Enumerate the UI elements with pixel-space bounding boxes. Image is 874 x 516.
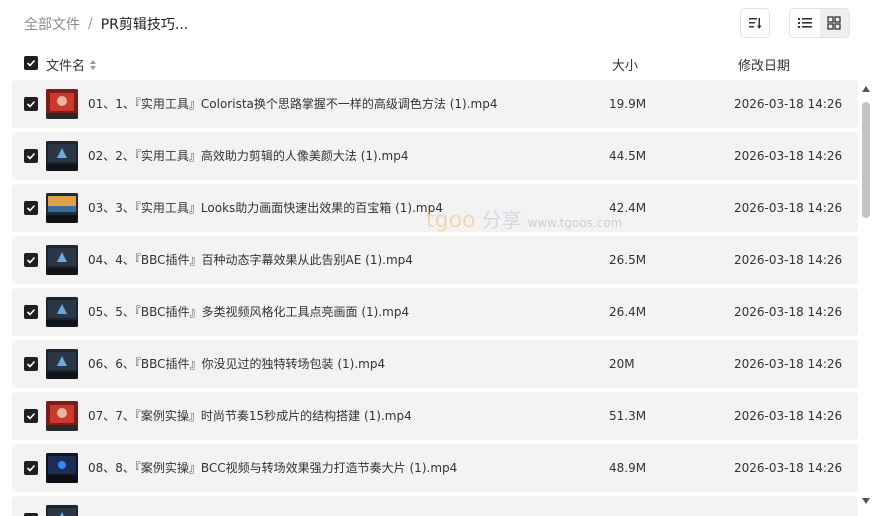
- file-date: 2026-03-18 14:26: [734, 97, 843, 111]
- file-row[interactable]: 04、4、『BBC插件』百种动态字幕效果从此告别AE (1).mp4 26.5M 2…: [12, 236, 858, 284]
- file-row[interactable]: 08、8、『案例实操』BCC视频与转场效果强力打造节奏大片 (1).mp4 48.…: [12, 444, 858, 492]
- file-date: 2026-03-18 14:26: [734, 253, 843, 267]
- check-icon: [26, 412, 36, 420]
- video-thumbnail[interactable]: [46, 401, 78, 431]
- scroll-up-arrow-icon[interactable]: [862, 86, 870, 92]
- file-size: 42.4M: [609, 201, 647, 215]
- file-checkbox[interactable]: [24, 461, 38, 475]
- column-name-label: 文件名: [46, 59, 86, 74]
- file-name[interactable]: 05、5、『BBC插件』多类视频风格化工具点亮画面 (1).mp4: [88, 288, 409, 336]
- file-checkbox[interactable]: [24, 97, 38, 111]
- video-thumbnail[interactable]: [46, 349, 78, 379]
- video-thumbnail[interactable]: [46, 193, 78, 223]
- view-toggle-group: [789, 8, 850, 38]
- check-icon: [26, 308, 36, 316]
- check-icon: [26, 464, 36, 472]
- scroll-thumb[interactable]: [862, 102, 870, 218]
- sort-button[interactable]: [740, 8, 770, 38]
- check-icon: [26, 360, 36, 368]
- check-icon: [26, 100, 36, 108]
- file-checkbox[interactable]: [24, 253, 38, 267]
- file-date: 2026-03-18 14:26: [734, 409, 843, 423]
- breadcrumb-current: PR剪辑技巧...: [100, 17, 189, 33]
- list-view-icon: [797, 18, 812, 28]
- file-size: 48.9M: [609, 461, 647, 475]
- sort-toggle-icon: [90, 59, 97, 70]
- file-date: 2026-03-18 14:26: [734, 305, 843, 319]
- file-size: 51.3M: [609, 409, 647, 423]
- file-row[interactable]: 05、5、『BBC插件』多类视频风格化工具点亮画面 (1).mp4 26.4M 20…: [12, 288, 858, 336]
- file-checkbox[interactable]: [24, 409, 38, 423]
- file-size: 19.9M: [609, 97, 647, 111]
- file-row[interactable]: 06、6、『BBC插件』你没见过的独特转场包装 (1).mp4 20M 2026-0…: [12, 340, 858, 388]
- file-size: 20M: [609, 357, 635, 371]
- select-all-checkbox[interactable]: [24, 56, 38, 70]
- check-icon: [26, 204, 36, 212]
- list-view-button[interactable]: [790, 9, 820, 37]
- column-header-date[interactable]: 修改日期: [738, 55, 790, 74]
- check-icon: [26, 256, 36, 264]
- video-thumbnail[interactable]: [46, 245, 78, 275]
- file-row[interactable]: 03、3、『实用工具』Looks助力画面快速出效果的百宝箱 (1).mp4 42.…: [12, 184, 858, 232]
- file-name[interactable]: 03、3、『实用工具』Looks助力画面快速出效果的百宝箱 (1).mp4: [88, 184, 443, 232]
- sort-icon: [749, 18, 762, 29]
- breadcrumb-root[interactable]: 全部文件: [24, 14, 80, 34]
- file-row[interactable]: 07、7、『案例实操』时尚节奏15秒成片的结构搭建 (1).mp4 51.3M 20…: [12, 392, 858, 440]
- video-thumbnail[interactable]: [46, 453, 78, 483]
- check-icon: [26, 59, 36, 67]
- column-header-size[interactable]: 大小: [612, 55, 638, 74]
- grid-view-icon: [827, 16, 841, 30]
- file-list: 01、1、『实用工具』Colorista换个思路掌握不一样的高级调色方法 (1)…: [12, 80, 858, 516]
- file-name[interactable]: 08、8、『案例实操』BCC视频与转场效果强力打造节奏大片 (1).mp4: [88, 444, 457, 492]
- file-row-partial[interactable]: [12, 496, 858, 516]
- file-date: 2026-03-18 14:26: [734, 357, 843, 371]
- file-date: 2026-03-18 14:26: [734, 461, 843, 475]
- column-header-name[interactable]: 文件名: [46, 55, 97, 74]
- file-name[interactable]: 02、2、『实用工具』高效助力剪辑的人像美颜大法 (1).mp4: [88, 132, 408, 180]
- file-checkbox[interactable]: [24, 305, 38, 319]
- video-thumbnail[interactable]: [46, 505, 78, 516]
- file-name[interactable]: 04、4、『BBC插件』百种动态字幕效果从此告别AE (1).mp4: [88, 236, 413, 284]
- video-thumbnail[interactable]: [46, 89, 78, 119]
- file-name[interactable]: 06、6、『BBC插件』你没见过的独特转场包装 (1).mp4: [88, 340, 385, 388]
- check-icon: [26, 152, 36, 160]
- file-row[interactable]: 01、1、『实用工具』Colorista换个思路掌握不一样的高级调色方法 (1)…: [12, 80, 858, 128]
- file-date: 2026-03-18 14:26: [734, 149, 843, 163]
- file-checkbox[interactable]: [24, 201, 38, 215]
- file-row[interactable]: 02、2、『实用工具』高效助力剪辑的人像美颜大法 (1).mp4 44.5M 202…: [12, 132, 858, 180]
- file-name[interactable]: 07、7、『案例实操』时尚节奏15秒成片的结构搭建 (1).mp4: [88, 392, 412, 440]
- vertical-scrollbar[interactable]: [861, 84, 871, 510]
- file-checkbox[interactable]: [24, 357, 38, 371]
- file-size: 26.4M: [609, 305, 647, 319]
- list-header: 文件名 大小 修改日期: [0, 52, 874, 76]
- file-date: 2026-03-18 14:26: [734, 201, 843, 215]
- file-size: 44.5M: [609, 149, 647, 163]
- scroll-down-arrow-icon[interactable]: [862, 498, 870, 504]
- breadcrumb-separator: /: [88, 16, 93, 32]
- grid-view-button[interactable]: [819, 9, 849, 37]
- file-size: 26.5M: [609, 253, 647, 267]
- file-checkbox[interactable]: [24, 149, 38, 163]
- video-thumbnail[interactable]: [46, 141, 78, 171]
- breadcrumb: 全部文件 / PR剪辑技巧...: [24, 14, 188, 34]
- video-thumbnail[interactable]: [46, 297, 78, 327]
- file-name[interactable]: 01、1、『实用工具』Colorista换个思路掌握不一样的高级调色方法 (1)…: [88, 80, 497, 128]
